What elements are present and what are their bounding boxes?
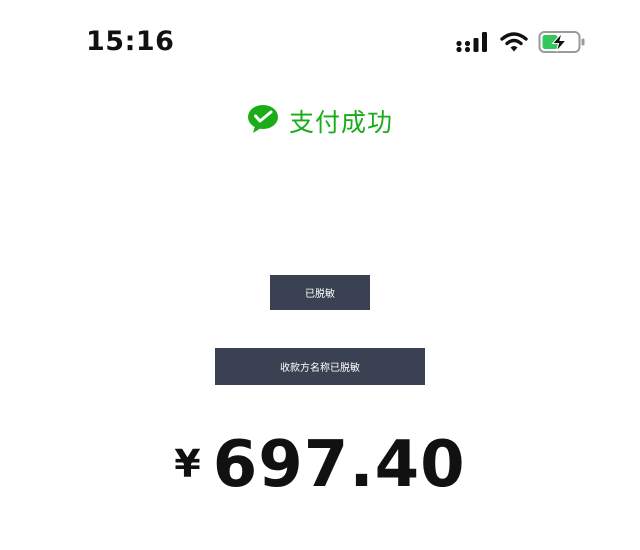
wifi-icon — [500, 31, 528, 57]
status-time: 15:16 — [86, 26, 175, 57]
payment-success-header: 支付成功 — [0, 103, 640, 139]
payment-success-title: 支付成功 — [288, 108, 393, 137]
battery-charging-icon — [538, 30, 586, 58]
status-bar: 15:16 — [0, 0, 640, 86]
masked-payee-name-box: 收款方名称已脱敏 — [215, 348, 425, 385]
status-icons — [456, 30, 586, 58]
wechat-pay-icon — [247, 104, 279, 138]
amount-value: 697.40 — [212, 428, 466, 502]
cellular-signal-icon — [456, 31, 490, 57]
payment-amount: ¥ 697.40 — [0, 428, 640, 502]
masked-info-box: 已脱敏 — [270, 275, 370, 310]
currency-symbol: ¥ — [174, 442, 201, 486]
